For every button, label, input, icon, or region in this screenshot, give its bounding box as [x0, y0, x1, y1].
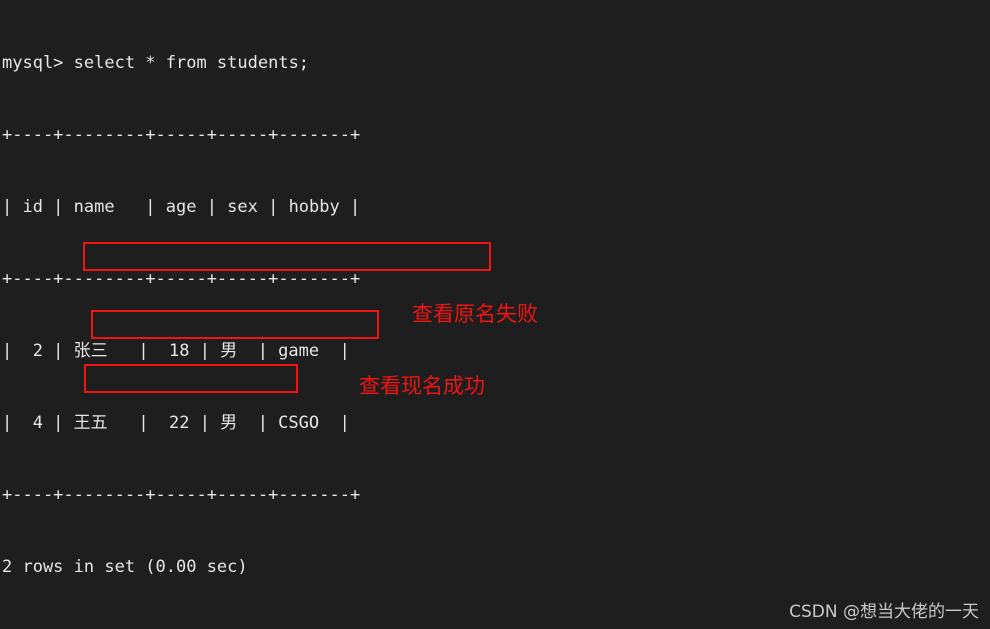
annotation-view-new-name-success: 查看现名成功	[359, 374, 485, 398]
table-separator: +----+--------+-----+-----+-------+	[2, 269, 361, 289]
row-count-status: 2 rows in set (0.00 sec)	[2, 557, 248, 577]
table-header-row: | id | name | age | sex | hobby |	[2, 197, 361, 217]
table-separator: +----+--------+-----+-----+-------+	[2, 485, 361, 505]
table-row: | 4 | 王五 | 22 | 男 | CSGO |	[2, 413, 350, 433]
table-row: | 2 | 张三 | 18 | 男 | game |	[2, 341, 350, 361]
terminal-window[interactable]: mysql> select * from students; +----+---…	[0, 0, 990, 629]
annotation-view-old-name-failed: 查看原名失败	[412, 302, 538, 326]
table-separator: +----+--------+-----+-----+-------+	[2, 125, 361, 145]
terminal-line: mysql> select * from students;	[2, 53, 310, 73]
watermark: CSDN @想当大佬的一天	[789, 602, 979, 622]
